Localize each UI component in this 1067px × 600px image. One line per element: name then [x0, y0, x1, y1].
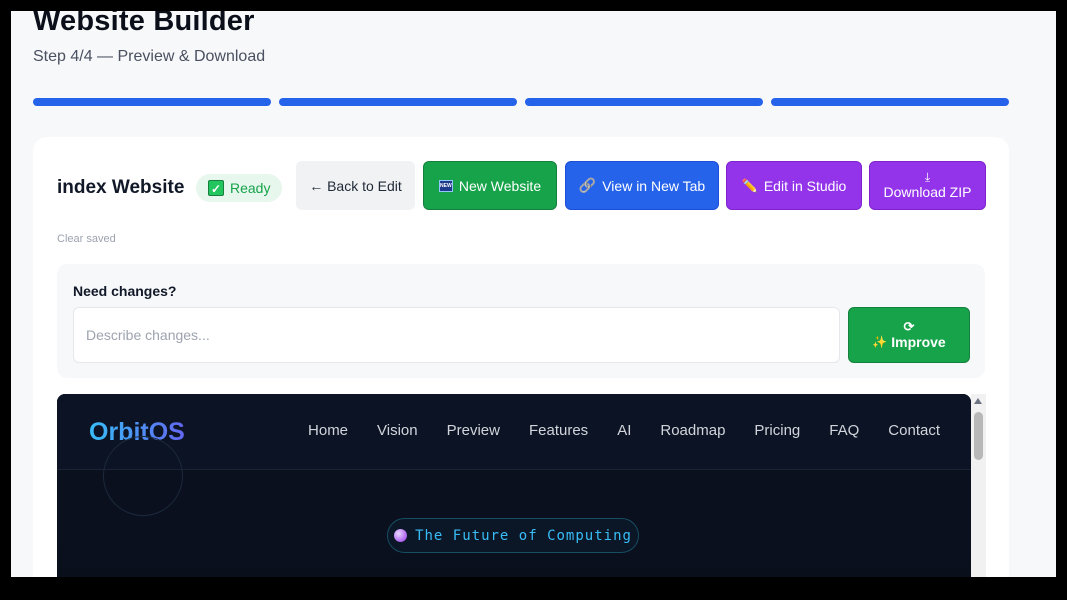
- download-zip-button[interactable]: ⤓ Download ZIP: [869, 161, 986, 210]
- progress-step-3: [525, 98, 763, 106]
- improve-button[interactable]: ⟳ ✨ Improve: [848, 307, 970, 363]
- preview-nav-vision[interactable]: Vision: [377, 422, 418, 439]
- scroll-up-arrow-icon[interactable]: [974, 398, 982, 404]
- changes-label: Need changes?: [73, 283, 177, 299]
- status-badge: ✓ Ready: [196, 174, 283, 202]
- improve-row: ✨ Improve: [872, 334, 945, 350]
- step-indicator: Step 4/4 — Preview & Download: [33, 48, 266, 65]
- improve-label: Improve: [891, 334, 946, 350]
- view-in-new-tab-button[interactable]: 🔗 View in New Tab: [565, 161, 719, 210]
- status-label: Ready: [230, 180, 271, 196]
- progress-step-1: [33, 98, 271, 106]
- orb-icon: [394, 529, 408, 542]
- hero-badge-label: The Future of Computing: [415, 527, 632, 544]
- preview-nav-contact[interactable]: Contact: [888, 422, 940, 439]
- changes-input[interactable]: [73, 307, 840, 363]
- new-website-button[interactable]: NEW New Website: [423, 161, 557, 210]
- clear-saved-link[interactable]: Clear saved: [57, 233, 116, 245]
- hero-badge: The Future of Computing: [387, 518, 639, 553]
- refresh-icon: ⟳: [903, 319, 915, 334]
- pencil-icon: ✏️: [741, 177, 758, 193]
- preview-nav-features[interactable]: Features: [529, 422, 588, 439]
- download-icon: ⤓: [924, 169, 931, 184]
- back-to-edit-button[interactable]: ← Back to Edit: [296, 161, 415, 210]
- view-tab-label: View in New Tab: [602, 177, 706, 194]
- preview-nav-links: Home Vision Preview Features AI Roadmap …: [308, 422, 940, 439]
- preview-scrollbar[interactable]: [971, 394, 986, 577]
- new-icon: NEW: [438, 179, 453, 192]
- scroll-thumb[interactable]: [974, 412, 983, 460]
- edit-in-studio-button[interactable]: ✏️ Edit in Studio: [726, 161, 862, 210]
- preview-nav-preview[interactable]: Preview: [447, 422, 500, 439]
- website-preview-frame[interactable]: OrbitOS Home Vision Preview Features AI …: [57, 394, 971, 577]
- preview-navbar: OrbitOS Home Vision Preview Features AI …: [57, 394, 971, 470]
- progress-bar: [33, 98, 1009, 106]
- page-title: Website Builder: [33, 11, 255, 37]
- back-button-label: ← Back to Edit: [309, 177, 402, 194]
- check-icon: ✓: [208, 180, 224, 196]
- progress-step-2: [279, 98, 517, 106]
- changes-panel: Need changes? ⟳ ✨ Improve: [57, 264, 985, 378]
- new-website-label: New Website: [458, 177, 542, 194]
- preview-nav-roadmap[interactable]: Roadmap: [660, 422, 725, 439]
- site-name: index Website: [57, 177, 185, 198]
- preview-nav-home[interactable]: Home: [308, 422, 348, 439]
- edit-studio-label: Edit in Studio: [763, 177, 847, 194]
- decorative-orbit-circle: [103, 436, 183, 516]
- sparkle-icon: ✨: [872, 335, 888, 349]
- preview-card: index Website ✓ Ready ← Back to Edit NEW…: [33, 137, 1009, 577]
- link-icon: 🔗: [578, 177, 597, 193]
- preview-nav-pricing[interactable]: Pricing: [754, 422, 800, 439]
- app-window: Website Builder Step 4/4 — Preview & Dow…: [11, 11, 1056, 577]
- preview-nav-ai[interactable]: AI: [617, 422, 631, 439]
- download-zip-label: Download ZIP: [883, 183, 972, 200]
- preview-nav-faq[interactable]: FAQ: [829, 422, 859, 439]
- progress-step-4: [771, 98, 1009, 106]
